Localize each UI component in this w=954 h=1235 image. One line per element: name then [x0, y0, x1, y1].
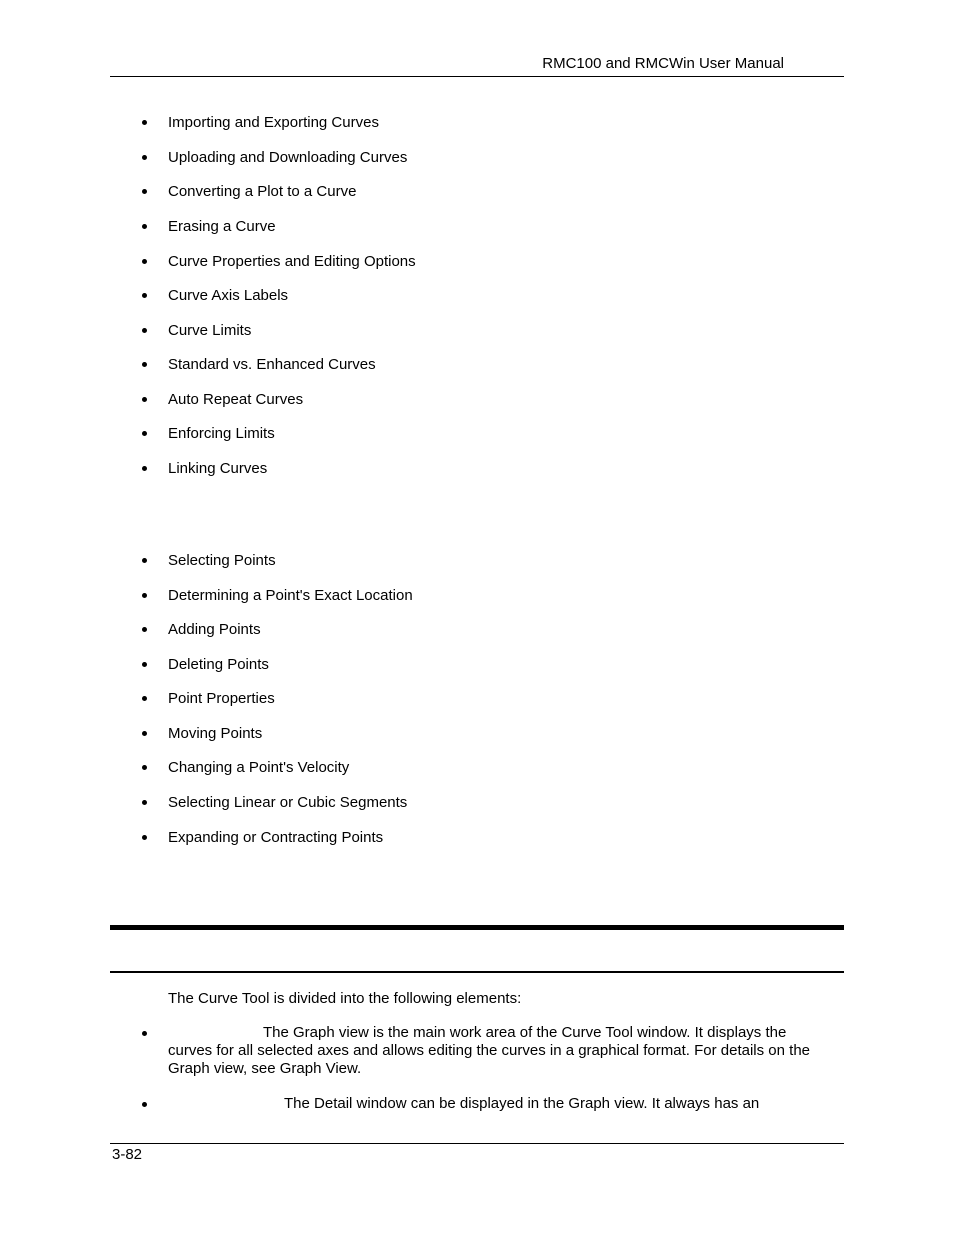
- bullet-icon: [142, 731, 147, 736]
- bullet-icon: [142, 466, 147, 471]
- list-item-text: Changing a Point's Velocity: [168, 759, 350, 776]
- list-item-text: Erasing a Curve: [168, 218, 276, 235]
- paragraph-text: The Graph view is the main work area of …: [168, 1024, 848, 1078]
- paragraph-first-line: The Detail window can be displayed in th…: [284, 1095, 760, 1112]
- footer-divider: [110, 1143, 844, 1144]
- bullet-icon: [142, 558, 147, 563]
- list-item-text: Enforcing Limits: [168, 425, 275, 442]
- list-item-text: Curve Axis Labels: [168, 287, 289, 304]
- list-item-text: Expanding or Contracting Points: [168, 829, 384, 846]
- list-item-text: Selecting Linear or Cubic Segments: [168, 794, 408, 811]
- list-item-text: Importing and Exporting Curves: [168, 114, 379, 131]
- list-item-text: Curve Properties and Editing Options: [168, 253, 416, 270]
- bullet-icon: [142, 397, 147, 402]
- bullet-icon: [142, 362, 147, 367]
- bullet-icon: [142, 224, 147, 229]
- list-item-text: Determining a Point's Exact Location: [168, 587, 413, 604]
- list-item-text: Standard vs. Enhanced Curves: [168, 356, 376, 373]
- list-item-text: Adding Points: [168, 621, 261, 638]
- bullet-icon: [142, 593, 147, 598]
- list-item-text: Linking Curves: [168, 460, 268, 477]
- list-item-text: Converting a Plot to a Curve: [168, 183, 357, 200]
- list-item-text: Moving Points: [168, 725, 263, 742]
- list-item-text: Point Properties: [168, 690, 275, 707]
- bullet-icon: [142, 431, 147, 436]
- bullet-icon: [142, 328, 147, 333]
- bullet-icon: [142, 765, 147, 770]
- bullet-icon: [142, 835, 147, 840]
- bullet-icon: [142, 120, 147, 125]
- bullet-icon: [142, 189, 147, 194]
- bullet-icon: [142, 293, 147, 298]
- section-intro-text: The Curve Tool is divided into the follo…: [168, 990, 522, 1007]
- bullet-icon: [142, 800, 147, 805]
- page-number: 3-82: [112, 1146, 143, 1163]
- bullet-icon: [142, 662, 147, 667]
- bullet-icon: [142, 627, 147, 632]
- document-header-title: RMC100 and RMCWin User Manual: [542, 55, 784, 72]
- header-divider: [110, 76, 844, 77]
- bullet-icon: [142, 259, 147, 264]
- section-heading-rule: [110, 925, 844, 930]
- list-item-text: Auto Repeat Curves: [168, 391, 304, 408]
- paragraph-continuation: curves for all selected axes and allows …: [168, 1042, 810, 1077]
- list-item-text: Uploading and Downloading Curves: [168, 149, 408, 166]
- bullet-icon: [142, 155, 147, 160]
- paragraph-first-line: The Graph view is the main work area of …: [263, 1024, 787, 1041]
- bullet-icon: [142, 696, 147, 701]
- subsection-heading-rule: [110, 971, 844, 973]
- list-item-text: Selecting Points: [168, 552, 276, 569]
- list-item-text: Curve Limits: [168, 322, 252, 339]
- bullet-icon: [142, 1102, 147, 1107]
- paragraph-text: The Detail window can be displayed in th…: [168, 1095, 848, 1113]
- list-item-text: Deleting Points: [168, 656, 269, 673]
- bullet-icon: [142, 1031, 147, 1036]
